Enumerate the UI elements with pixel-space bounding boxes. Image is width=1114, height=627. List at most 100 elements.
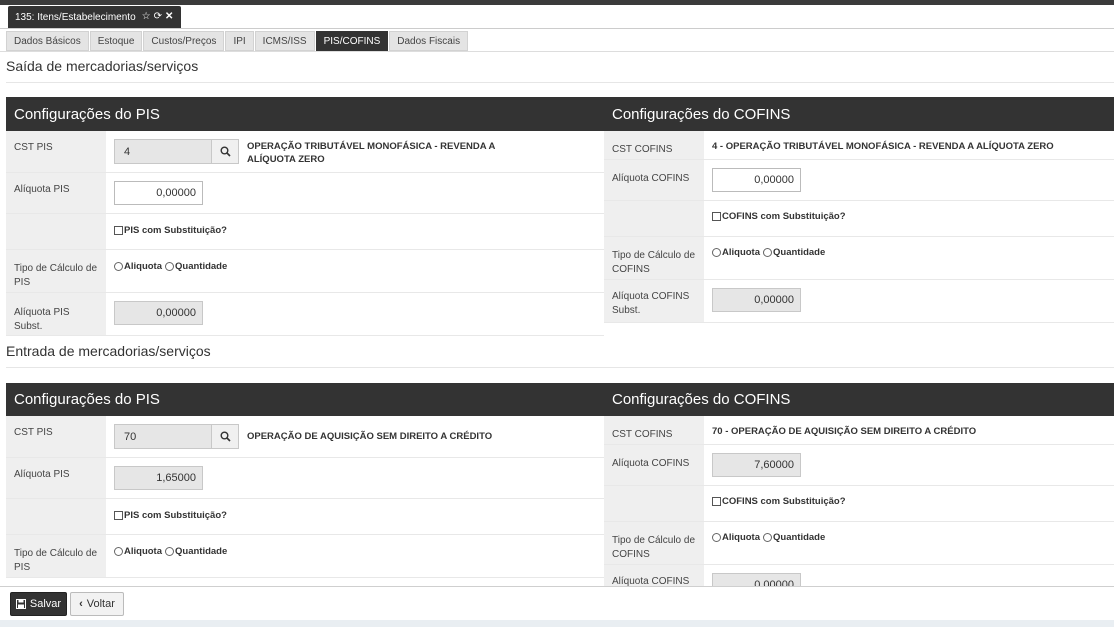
entrada-cofins-cst-label: CST COFINS <box>604 416 704 444</box>
saida-cofins-radio-quantidade-label: Quantidade <box>773 247 826 258</box>
saida-pis-panel: Configurações do PIS CST PIS 4 OPERAÇÃO … <box>6 97 604 336</box>
tab-dados-fiscais[interactable]: Dados Fiscais <box>389 31 469 51</box>
entrada-cofins-tipo-label: Tipo de Cálculo de COFINS <box>604 522 704 564</box>
saida-cofins-radio-quantidade[interactable] <box>763 248 772 257</box>
entrada-pis-radio-quantidade-label: Quantidade <box>175 546 228 557</box>
top-bar <box>0 0 1114 5</box>
tabs-divider <box>0 51 1114 52</box>
saida-cofins-panel: Configurações do COFINS CST COFINS 4 - O… <box>604 97 1114 323</box>
entrada-pis-radio-quantidade[interactable] <box>165 547 174 556</box>
entrada-pis-radio-aliquota[interactable] <box>114 547 123 556</box>
saida-cofins-subst-label: COFINS com Substituição? <box>722 211 846 222</box>
saida-pis-cst-field[interactable]: 4 <box>114 139 212 164</box>
tab-pis-cofins[interactable]: PIS/COFINS <box>315 31 389 51</box>
saida-cofins-aliq-subst-row: Alíquota COFINS Subst. 0,00000 <box>604 280 1114 323</box>
entrada-cofins-panel: Configurações do COFINS CST COFINS 70 - … <box>604 383 1114 586</box>
saida-divider <box>6 82 1114 83</box>
entrada-divider <box>6 367 1114 368</box>
window-tab-title: 135: Itens/Estabelecimento <box>15 11 136 23</box>
tab-ipi[interactable]: IPI <box>225 31 254 51</box>
back-button-label: Voltar <box>86 598 115 610</box>
bottom-strip <box>0 620 1114 627</box>
saida-cofins-subst-checkbox[interactable]: COFINS com Substituição? <box>712 211 1114 222</box>
entrada-pis-subst-checkbox[interactable]: PIS com Substituição? <box>114 510 604 521</box>
back-button[interactable]: ‹ Voltar <box>70 592 124 616</box>
saida-cofins-aliq-subst-label: Alíquota COFINS Subst. <box>604 280 704 322</box>
entrada-pis-panel: Configurações do PIS CST PIS 70 OPERAÇÃO… <box>6 383 604 586</box>
entrada-pis-subst-row: PIS com Substituição? <box>6 499 604 535</box>
saida-pis-aliq-subst-row: Alíquota PIS Subst. 0,00000 <box>6 293 604 336</box>
entrada-cofins-subst-row: COFINS com Substituição? <box>604 486 1114 522</box>
entrada-pis-cst-row: CST PIS 70 OPERAÇÃO DE AQUISIÇÃO SEM DIR… <box>6 416 604 458</box>
search-icon[interactable] <box>212 424 239 449</box>
entrada-cofins-radio-aliquota[interactable] <box>712 533 721 542</box>
tab-estoque[interactable]: Estoque <box>89 31 143 51</box>
saida-cofins-radio-aliquota-label: Aliquota <box>722 247 760 258</box>
entrada-cofins-aliq-subst-label: Alíquota COFINS <box>604 565 704 586</box>
chevron-left-icon: ‹ <box>79 598 83 610</box>
saida-pis-radio-aliquota[interactable] <box>114 262 123 271</box>
saida-section-title: Saída de mercadorias/serviços <box>6 58 199 74</box>
saida-pis-aliquota-row: Alíquota PIS 0,00000 <box>6 173 604 214</box>
entrada-cofins-cst-desc: 70 - OPERAÇÃO DE AQUISIÇÃO SEM DIREITO A… <box>712 426 977 437</box>
saida-cofins-aliq-subst-input: 0,00000 <box>712 288 801 312</box>
entrada-cofins-aliq-subst-row: Alíquota COFINS 0,00000 <box>604 565 1114 586</box>
search-icon[interactable] <box>212 139 239 164</box>
entrada-cofins-aliquota-label: Alíquota COFINS <box>604 445 704 485</box>
entrada-cofins-tipo-row: Tipo de Cálculo de COFINS Aliquota Quant… <box>604 522 1114 565</box>
refresh-icon[interactable]: ⟳ <box>154 12 162 22</box>
entrada-pis-tipo-label: Tipo de Cálculo de PIS <box>6 535 106 577</box>
saida-cofins-aliquota-row: Alíquota COFINS 0,00000 <box>604 160 1114 201</box>
saida-pis-cst-label: CST PIS <box>6 131 106 172</box>
saida-cofins-subst-row: COFINS com Substituição? <box>604 201 1114 237</box>
close-icon[interactable]: ✕ <box>165 12 173 22</box>
saida-cofins-tipo-row: Tipo de Cálculo de COFINS Aliquota Quant… <box>604 237 1114 280</box>
title-divider <box>0 28 1114 29</box>
entrada-cofins-radio-quantidade[interactable] <box>763 533 772 542</box>
entrada-pis-tipo-row: Tipo de Cálculo de PIS Aliquota Quantida… <box>6 535 604 578</box>
saida-cofins-aliquota-input[interactable]: 0,00000 <box>712 168 801 192</box>
entrada-pis-cst-desc: OPERAÇÃO DE AQUISIÇÃO SEM DIREITO A CRÉD… <box>247 431 493 442</box>
entrada-pis-radio-aliquota-label: Aliquota <box>124 546 162 557</box>
entrada-pis-aliquota-row: Alíquota PIS 1,65000 <box>6 458 604 499</box>
saida-pis-aliquota-label: Alíquota PIS <box>6 173 106 213</box>
saida-cofins-aliquota-label: Alíquota COFINS <box>604 160 704 200</box>
floppy-icon <box>15 599 26 609</box>
saida-cofins-cst-desc: 4 - OPERAÇÃO TRIBUTÁVEL MONOFÁSICA - REV… <box>712 141 1054 152</box>
saida-pis-cst-desc: OPERAÇÃO TRIBUTÁVEL MONOFÁSICA - REVENDA… <box>247 141 496 165</box>
saida-pis-tipo-row: Tipo de Cálculo de PIS Aliquota Quantida… <box>6 250 604 293</box>
save-button-label: Salvar <box>29 598 62 610</box>
entrada-pis-header: Configurações do PIS <box>6 383 604 416</box>
saida-pis-subst-label: PIS com Substituição? <box>124 225 227 236</box>
saida-pis-aliq-subst-input: 0,00000 <box>114 301 203 325</box>
entrada-cofins-aliquota-row: Alíquota COFINS 7,60000 <box>604 445 1114 486</box>
saida-pis-tipo-label: Tipo de Cálculo de PIS <box>6 250 106 292</box>
tab-custos-precos[interactable]: Custos/Preços <box>143 31 225 51</box>
saida-pis-cst-row: CST PIS 4 OPERAÇÃO TRIBUTÁVEL MONOFÁSICA… <box>6 131 604 173</box>
entrada-pis-subst-label: PIS com Substituição? <box>124 510 227 521</box>
star-icon[interactable]: ☆ <box>142 12 151 22</box>
entrada-pis-aliquota-label: Alíquota PIS <box>6 458 106 498</box>
entrada-cofins-aliq-subst-input: 0,00000 <box>712 573 801 586</box>
entrada-section-title: Entrada de mercadorias/serviços <box>6 343 211 359</box>
saida-pis-aliq-subst-label: Alíquota PIS Subst. <box>6 293 106 335</box>
entrada-cofins-cst-row: CST COFINS 70 - OPERAÇÃO DE AQUISIÇÃO SE… <box>604 416 1114 445</box>
tab-icms-iss[interactable]: ICMS/ISS <box>254 31 315 51</box>
tab-dados-basicos[interactable]: Dados Básicos <box>6 31 89 51</box>
saida-pis-header: Configurações do PIS <box>6 97 604 131</box>
saida-pis-subst-checkbox[interactable]: PIS com Substituição? <box>114 225 604 236</box>
entrada-cofins-subst-checkbox[interactable]: COFINS com Substituição? <box>712 496 1114 507</box>
saida-pis-aliquota-input[interactable]: 0,00000 <box>114 181 203 205</box>
entrada-pis-cst-field[interactable]: 70 <box>114 424 212 449</box>
saida-pis-radio-quantidade-label: Quantidade <box>175 261 228 272</box>
saida-cofins-cst-label: CST COFINS <box>604 131 704 159</box>
save-button[interactable]: Salvar <box>10 592 67 616</box>
saida-cofins-cst-row: CST COFINS 4 - OPERAÇÃO TRIBUTÁVEL MONOF… <box>604 131 1114 160</box>
window-tab[interactable]: 135: Itens/Estabelecimento ☆ ⟳ ✕ <box>8 6 182 28</box>
entrada-pis-cst-label: CST PIS <box>6 416 106 457</box>
entrada-cofins-radio-quantidade-label: Quantidade <box>773 532 826 543</box>
saida-pis-radio-quantidade[interactable] <box>165 262 174 271</box>
entrada-pis-aliquota-input: 1,65000 <box>114 466 203 490</box>
saida-cofins-radio-aliquota[interactable] <box>712 248 721 257</box>
entrada-cofins-subst-label: COFINS com Substituição? <box>722 496 846 507</box>
